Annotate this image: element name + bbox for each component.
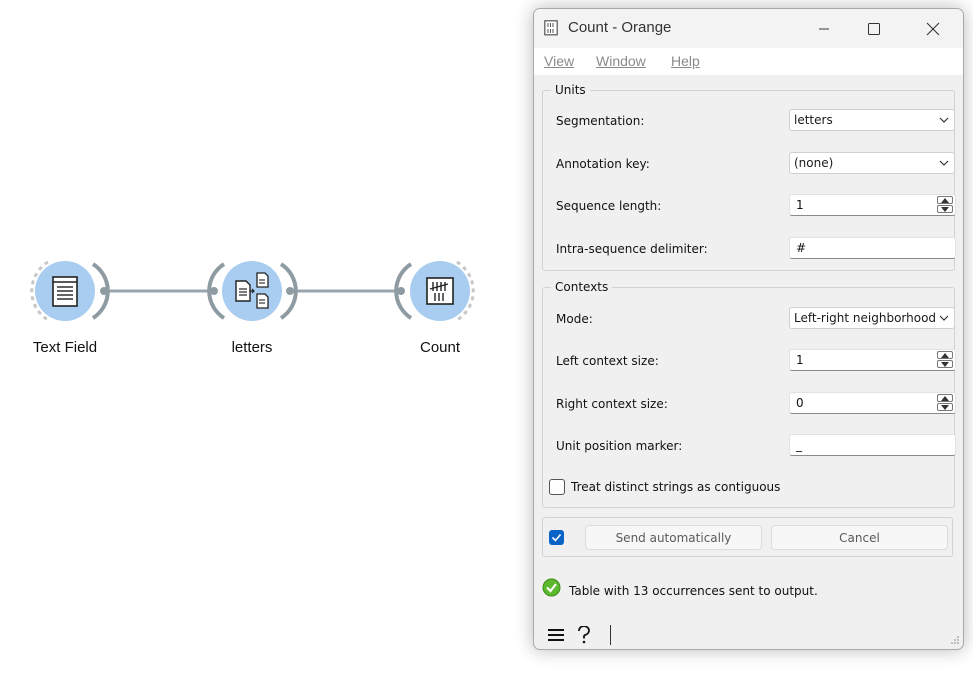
resize-grip-icon[interactable] [949,635,960,646]
annotation-key-combo[interactable]: (none) [789,152,955,174]
help-question-icon[interactable] [577,626,591,644]
checkmark-icon [551,533,562,542]
left-context-label: Left context size: [556,354,659,368]
node-label-letters: letters [231,339,273,356]
status-ok-icon [542,578,561,597]
node-letters[interactable] [207,261,298,321]
mode-combo[interactable]: Left-right neighborhood [789,307,955,329]
triangle-down-icon [941,361,949,367]
menu-hamburger-icon[interactable] [548,628,564,642]
mode-label: Mode: [556,312,593,326]
left-context-spinbox[interactable]: 1 [789,349,956,371]
treat-contiguous-checkbox[interactable] [549,479,565,495]
text-field-icon [52,276,78,307]
menu-view[interactable]: View [544,53,574,69]
segmentation-combo[interactable]: letters [789,109,955,131]
chevron-down-icon [939,160,949,166]
menu-help[interactable]: Help [671,53,700,69]
contexts-legend: Contexts [555,280,609,294]
spin-down-button[interactable] [937,205,953,213]
window-title: Count - Orange [568,19,672,36]
count-icon [426,277,454,305]
close-button[interactable] [910,9,956,48]
delimiter-input[interactable]: # [789,237,956,259]
mode-value: Left-right neighborhood [794,311,937,325]
spin-up-button[interactable] [937,351,953,359]
unit-position-marker-input[interactable]: _ [789,434,956,456]
count-app-icon [544,20,558,36]
sequence-length-value: 1 [796,198,804,212]
treat-contiguous-label: Treat distinct strings as contiguous [571,480,781,494]
send-box: Send automatically Cancel [542,517,953,557]
unit-position-marker-label: Unit position marker: [556,439,683,453]
count-window: Count - Orange View Window Help Units Se… [533,8,964,650]
spin-up-button[interactable] [937,394,953,402]
chevron-down-icon [939,117,949,123]
spin-up-button[interactable] [937,196,953,204]
right-context-label: Right context size: [556,397,668,411]
sequence-length-label: Sequence length: [556,199,662,213]
triangle-up-icon [941,395,949,401]
spin-down-button[interactable] [937,360,953,368]
segmentation-value: letters [794,113,833,127]
footer-separator [610,625,611,645]
sequence-length-spinbox[interactable]: 1 [789,194,956,216]
right-context-spinbox[interactable]: 0 [789,392,956,414]
annotation-key-label: Annotation key: [556,157,650,171]
cancel-button[interactable]: Cancel [771,525,948,550]
menu-window[interactable]: Window [596,53,646,69]
units-legend: Units [555,83,586,97]
menu-bar: View Window Help [534,48,963,75]
segmentation-label: Segmentation: [556,114,645,128]
triangle-up-icon [941,197,949,203]
minimize-icon [819,28,829,29]
maximize-icon [868,22,880,35]
node-label-count: Count [419,339,461,356]
delimiter-label: Intra-sequence delimiter: [556,242,708,256]
node-count[interactable] [394,260,475,322]
minimize-button[interactable] [801,9,847,48]
maximize-button[interactable] [851,9,897,48]
triangle-up-icon [941,352,949,358]
node-text-field[interactable] [30,260,110,322]
triangle-down-icon [941,206,949,212]
node-label-text-field: Text Field [32,339,98,356]
left-context-value: 1 [796,353,804,367]
annotation-key-value: (none) [794,156,834,170]
spin-down-button[interactable] [937,403,953,411]
units-group: Units Segmentation: letters Annotation k… [542,83,956,271]
contexts-group: Contexts Mode: Left-right neighborhood L… [542,280,956,508]
chevron-down-icon [939,315,949,321]
triangle-down-icon [941,404,949,410]
send-automatically-button[interactable]: Send automatically [585,525,762,550]
send-automatically-checkbox[interactable] [549,530,564,545]
right-context-value: 0 [796,396,804,410]
close-icon [926,22,940,35]
status-message: Table with 13 occurrences sent to output… [569,584,818,598]
title-bar[interactable]: Count - Orange [534,9,963,48]
